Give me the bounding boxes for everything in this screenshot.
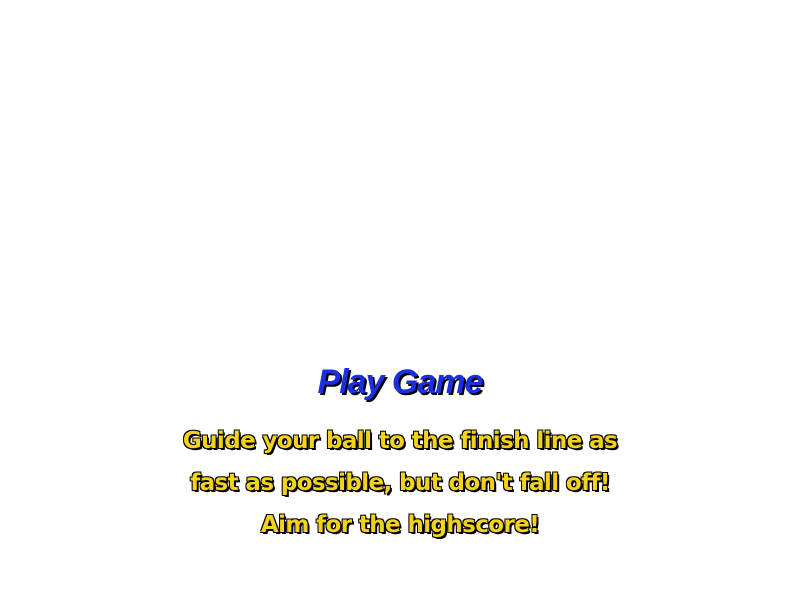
description-line-2: fast as possible, but don't fall off! [190,470,610,496]
game-description: Guide your ball to the finish line as fa… [0,420,800,546]
description-line-3: Aim for the highscore! [260,512,540,538]
description-line-1: Guide your ball to the finish line as [182,428,618,454]
game-start-screen: Play Game Guide your ball to the finish … [0,0,800,600]
play-game-button[interactable]: Play Game [0,360,800,404]
